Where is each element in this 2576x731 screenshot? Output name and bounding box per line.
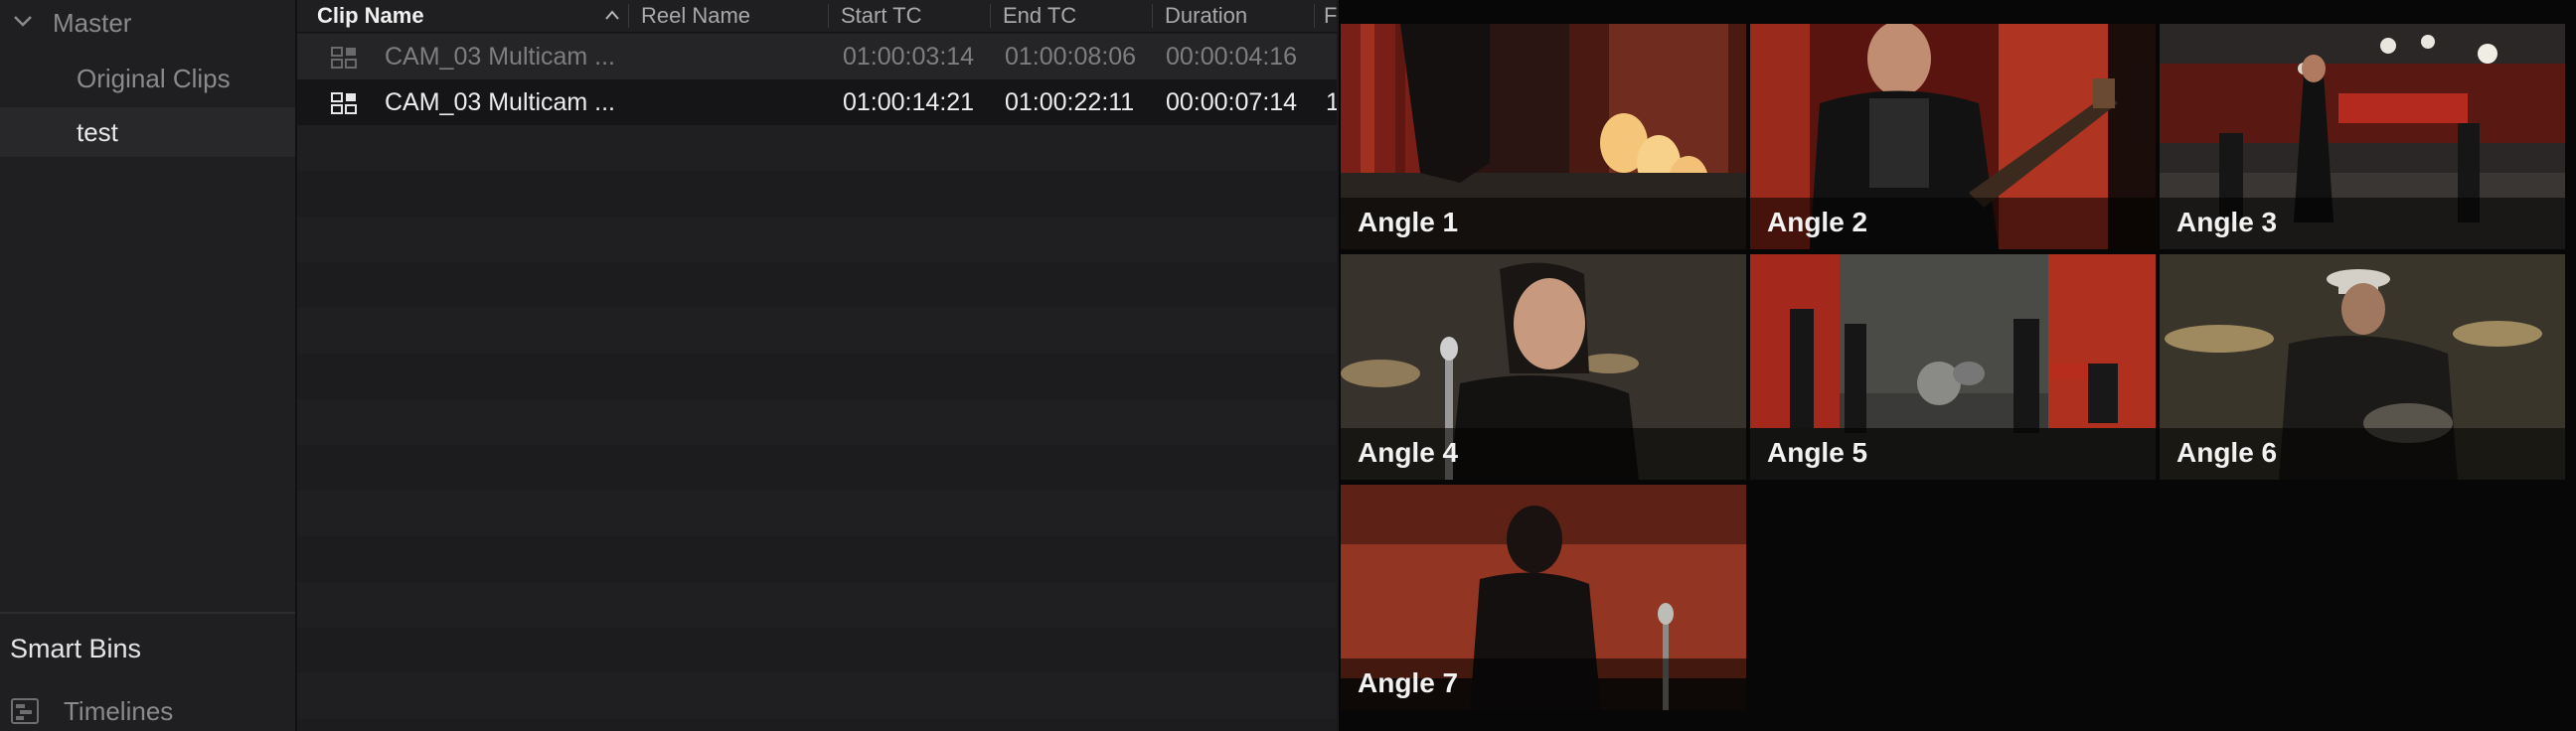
empty-row-stripe [297,719,1337,731]
cell-duration: 00:00:04:16 [1166,43,1298,71]
angle-label: Angle 5 [1767,437,1868,468]
chevron-down-icon[interactable] [12,10,34,32]
multicam-viewer: Angle 1 Angle 2 Angle 3 Angle 4 Angle 5 … [1339,0,2576,731]
bin-test[interactable]: test [0,107,295,157]
angle-caption: Angle 2 [1750,198,2156,249]
angle-2-tile[interactable]: Angle 2 [1750,24,2156,249]
angle-7-tile[interactable]: Angle 7 [1341,485,1746,710]
multicam-clip-icon [331,92,357,114]
angle-caption: Angle 3 [2160,198,2565,249]
angle-label: Angle 7 [1358,667,1459,698]
bin-sidebar: Master Original Clips test Smart Bins Ti… [0,0,297,731]
cell-start-tc: 01:00:03:14 [843,43,975,71]
column-header-f[interactable]: F [1324,0,1337,32]
column-separator[interactable] [990,4,991,28]
angle-label: Angle 1 [1358,207,1459,237]
empty-row-stripe [297,582,1337,628]
master-bin[interactable]: Master [0,0,295,50]
empty-row-stripe [297,673,1337,719]
column-separator[interactable] [1314,4,1315,28]
empty-row-stripe [297,491,1337,536]
sort-ascending-icon[interactable] [603,7,621,25]
divider [0,612,295,614]
empty-row-stripe [297,217,1337,262]
cell-reel-name [641,79,820,125]
empty-row-stripe [297,354,1337,399]
table-row[interactable]: CAM_03 Multicam ... 01:00:14:21 01:00:22… [297,79,1337,125]
table-row[interactable]: CAM_03 Multicam ... 01:00:03:14 01:00:08… [297,34,1337,79]
column-header-end-tc[interactable]: End TC [1003,0,1076,32]
column-header-reel-name[interactable]: Reel Name [641,0,750,32]
column-separator[interactable] [828,4,829,28]
smart-bin-timelines[interactable]: Timelines [10,691,173,731]
angle-label: Angle 3 [2176,207,2278,237]
angle-label: Angle 4 [1358,437,1459,468]
empty-row-stripe [297,536,1337,582]
cell-reel-name [641,34,820,79]
cell-clip-name: CAM_03 Multicam ... [385,43,616,71]
angle-caption: Angle 7 [1341,658,1746,710]
timeline-bin-icon [11,698,39,724]
timelines-label: Timelines [64,695,174,726]
smart-bins-heading[interactable]: Smart Bins [10,634,141,664]
empty-row-stripe [297,125,1337,171]
angle-label: Angle 2 [1767,207,1868,237]
empty-row-stripe [297,628,1337,673]
empty-row-stripe [297,399,1337,445]
bin-label: Original Clips [77,64,231,93]
cell-f: 1 [1326,88,1337,116]
cell-end-tc: 01:00:22:11 [1005,88,1135,116]
multicam-clip-icon [331,47,357,69]
list-header: Clip Name Reel Name Start TC End TC Dura… [297,0,1337,33]
column-header-start-tc[interactable]: Start TC [841,0,922,32]
column-separator[interactable] [1152,4,1153,28]
angle-caption: Angle 1 [1341,198,1746,249]
angle-5-tile[interactable]: Angle 5 [1750,254,2156,480]
master-bin-label: Master [53,8,132,38]
bin-original-clips[interactable]: Original Clips [0,54,295,103]
angle-caption: Angle 4 [1341,428,1746,480]
cell-start-tc: 01:00:14:21 [843,88,975,116]
angle-label: Angle 6 [2176,437,2278,468]
column-header-clip-name[interactable]: Clip Name [317,0,424,32]
angle-6-tile[interactable]: Angle 6 [2160,254,2565,480]
empty-row-stripe [297,308,1337,354]
column-header-duration[interactable]: Duration [1165,0,1247,32]
angle-4-tile[interactable]: Angle 4 [1341,254,1746,480]
column-separator[interactable] [628,4,629,28]
angle-1-tile[interactable]: Angle 1 [1341,24,1746,249]
media-pool-list: Clip Name Reel Name Start TC End TC Dura… [297,0,1337,731]
angle-caption: Angle 5 [1750,428,2156,480]
angle-caption: Angle 6 [2160,428,2565,480]
cell-clip-name: CAM_03 Multicam ... [385,88,616,116]
empty-row-stripe [297,171,1337,217]
angle-3-tile[interactable]: Angle 3 [2160,24,2565,249]
empty-row-stripe [297,262,1337,308]
empty-row-stripe [297,445,1337,491]
cell-end-tc: 01:00:08:06 [1005,43,1137,71]
cell-duration: 00:00:07:14 [1166,88,1298,116]
bin-label: test [77,117,118,147]
